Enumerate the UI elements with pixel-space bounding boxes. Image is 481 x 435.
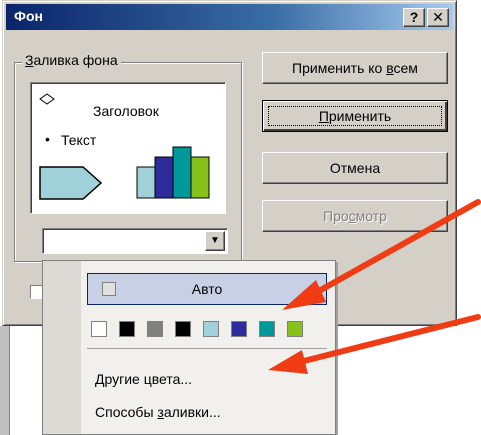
color-swatch[interactable] (203, 321, 219, 337)
window-title: Фон (14, 8, 43, 24)
apply-button[interactable]: Применить (262, 100, 448, 132)
dropdown-arrow-icon[interactable]: ▼ (205, 231, 225, 251)
menu-gutter (43, 261, 81, 434)
color-dropdown-menu: Авто Другие цвета... Способы заливки... (42, 260, 336, 435)
preview-text: Текст (61, 132, 97, 148)
preview-bullet: • (45, 131, 50, 147)
screen: Фон ? ✕ Заливка фона Заголовок • Текст ▼… (0, 0, 481, 435)
help-button[interactable]: ? (403, 8, 425, 27)
bar-chart-icon (136, 146, 210, 199)
color-swatch[interactable] (119, 321, 135, 337)
fill-group-label: Заливка фона (22, 52, 121, 68)
slide-preview: Заголовок • Текст (30, 82, 226, 214)
preview-heading: Заголовок (93, 103, 159, 119)
menu-item-auto-label: Авто (191, 281, 223, 297)
apply-all-button[interactable]: Применить ко всем (262, 52, 448, 84)
fill-color-combo[interactable]: ▼ (42, 228, 228, 254)
cancel-button[interactable]: Отмена (262, 152, 448, 184)
close-button[interactable]: ✕ (427, 8, 449, 27)
color-swatch[interactable] (175, 321, 191, 337)
menu-separator (87, 348, 327, 349)
pentagon-arrow-icon (39, 166, 103, 200)
color-swatch[interactable] (147, 321, 163, 337)
color-swatch[interactable] (91, 321, 107, 337)
menu-item-fill-effects[interactable]: Способы заливки... (95, 404, 221, 420)
color-swatch[interactable] (231, 321, 247, 337)
preview-button[interactable]: Просмотр (262, 200, 448, 232)
color-swatch[interactable] (287, 321, 303, 337)
window-edge (0, 326, 10, 435)
diamond-bullet-icon (39, 93, 55, 105)
menu-item-auto[interactable]: Авто (87, 273, 327, 305)
menu-item-more-colors[interactable]: Другие цвета... (95, 371, 192, 387)
title-bar: Фон ? ✕ (6, 4, 453, 30)
color-swatch[interactable] (259, 321, 275, 337)
